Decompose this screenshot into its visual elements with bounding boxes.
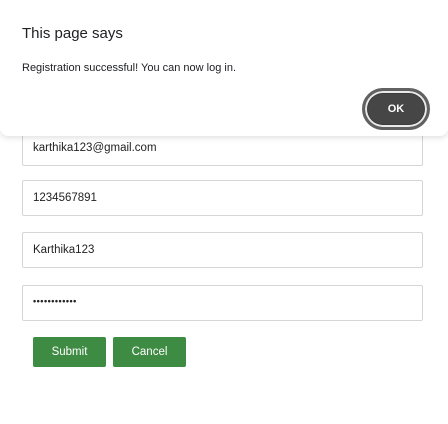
password-field[interactable]: ••••••••••••: [22, 285, 423, 321]
registration-page: karthika123@gmail.com 1234567891 Karthik…: [0, 0, 448, 424]
phone-value: 1234567891: [33, 192, 97, 204]
phone-field[interactable]: 1234567891: [22, 180, 423, 216]
username-field[interactable]: Karthika123: [22, 232, 423, 268]
cancel-button[interactable]: Cancel: [113, 337, 186, 367]
dialog-message: Registration successful! You can now log…: [22, 62, 237, 74]
submit-button[interactable]: Submit: [33, 337, 106, 367]
password-value: ••••••••••••: [33, 296, 77, 306]
ok-button-label: OK: [368, 94, 424, 124]
alert-dialog: This page says Registration successful! …: [0, 0, 448, 136]
dialog-title: This page says: [22, 25, 123, 42]
username-value: Karthika123: [33, 244, 95, 256]
email-value: karthika123@gmail.com: [33, 142, 157, 154]
ok-button[interactable]: OK: [362, 88, 430, 130]
